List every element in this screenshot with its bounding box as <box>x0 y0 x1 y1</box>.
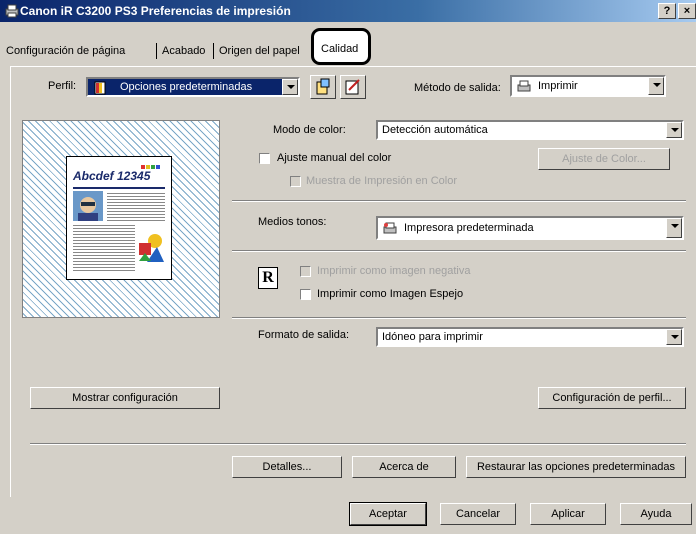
help-title-button[interactable]: ? <box>658 3 676 19</box>
chevron-down-icon[interactable] <box>648 77 664 95</box>
color-mode-label: Modo de color: <box>273 124 346 136</box>
chevron-down-icon[interactable] <box>666 122 682 138</box>
output-format-select[interactable]: Idóneo para imprimir <box>376 327 684 347</box>
text-lines <box>73 225 135 273</box>
cancel-button[interactable]: Cancelar <box>440 503 516 525</box>
profile-label: Perfil: <box>48 80 77 92</box>
profile-icon <box>94 81 106 95</box>
printer-icon <box>5 4 19 18</box>
apply-button[interactable]: Aplicar <box>530 503 606 525</box>
section-divider <box>232 200 686 202</box>
chevron-down-icon[interactable] <box>666 329 682 345</box>
title-rule <box>73 187 165 189</box>
preview-sample-title: Abcdef 12345 <box>73 169 151 183</box>
color-sample-checkbox[interactable] <box>290 176 301 187</box>
halftones-value: Impresora predeterminada <box>404 222 534 234</box>
output-format-label: Formato de salida: <box>258 329 350 341</box>
printer-icon <box>383 222 397 234</box>
chevron-down-icon[interactable] <box>666 218 682 238</box>
tab-finishing[interactable]: Acabado <box>158 42 209 60</box>
portrait-image <box>73 191 103 221</box>
mirror-preview-icon: R <box>258 267 278 289</box>
negative-image-checkbox[interactable] <box>300 266 311 277</box>
halftones-label: Medios tonos: <box>258 216 327 228</box>
tab-paper-source[interactable]: Origen del papel <box>215 42 304 60</box>
mirror-image-label: Imprimir como Imagen Espejo <box>317 288 464 300</box>
output-method-select[interactable]: Imprimir <box>510 75 666 97</box>
edit-profile-icon <box>345 79 360 95</box>
window-title: Canon iR C3200 PS3 Preferencias de impre… <box>20 4 291 18</box>
mirror-image-checkbox[interactable] <box>300 289 311 300</box>
color-mode-select[interactable]: Detección automática <box>376 120 684 140</box>
ok-button[interactable]: Aceptar <box>349 502 427 526</box>
preview-page: Abcdef 12345 <box>66 156 172 280</box>
color-swatch <box>151 165 155 169</box>
color-sample-label: Muestra de Impresión en Color <box>306 175 458 187</box>
tab-separator <box>213 43 214 59</box>
profile-add-button[interactable] <box>310 75 336 99</box>
add-profile-icon <box>316 78 330 95</box>
color-mode-value: Detección automática <box>382 124 488 136</box>
shapes-graphic <box>139 234 164 262</box>
print-preferences-window: Canon iR C3200 PS3 Preferencias de impre… <box>0 0 696 534</box>
color-swatch <box>156 165 160 169</box>
close-button[interactable]: × <box>678 3 696 19</box>
manual-color-checkbox[interactable] <box>259 153 270 164</box>
profile-value: Opciones predeterminadas <box>120 81 253 93</box>
about-button[interactable]: Acerca de <box>352 456 456 478</box>
section-divider <box>30 443 686 445</box>
section-divider <box>232 250 686 252</box>
text-lines <box>107 193 165 221</box>
details-button[interactable]: Detalles... <box>232 456 342 478</box>
chevron-down-icon[interactable] <box>282 79 298 95</box>
tab-strip: Configuración de página Acabado Origen d… <box>0 22 696 66</box>
tab-quality[interactable]: Calidad <box>311 28 371 65</box>
section-divider <box>232 317 686 319</box>
color-adjust-button[interactable]: Ajuste de Color... <box>538 148 670 170</box>
negative-image-label: Imprimir como imagen negativa <box>317 265 471 277</box>
manual-color-label: Ajuste manual del color <box>277 152 392 164</box>
output-format-value: Idóneo para imprimir <box>382 331 483 343</box>
tab-separator <box>156 43 157 59</box>
profile-edit-button[interactable] <box>340 75 366 99</box>
tab-quality-label: Calidad <box>321 43 359 55</box>
output-method-label: Método de salida: <box>414 82 501 94</box>
profile-select[interactable]: Opciones predeterminadas <box>86 77 300 97</box>
title-bar: Canon iR C3200 PS3 Preferencias de impre… <box>0 0 696 22</box>
halftones-select[interactable]: Impresora predeterminada <box>376 216 684 240</box>
output-method-value: Imprimir <box>538 80 578 92</box>
printer-icon <box>517 80 531 92</box>
show-config-button[interactable]: Mostrar configuración <box>30 387 220 409</box>
tab-page-setup[interactable]: Configuración de página <box>2 42 129 60</box>
restore-defaults-button[interactable]: Restaurar las opciones predeterminadas <box>466 456 686 478</box>
help-button[interactable]: Ayuda <box>620 503 692 525</box>
profile-config-button[interactable]: Configuración de perfil... <box>538 387 686 409</box>
